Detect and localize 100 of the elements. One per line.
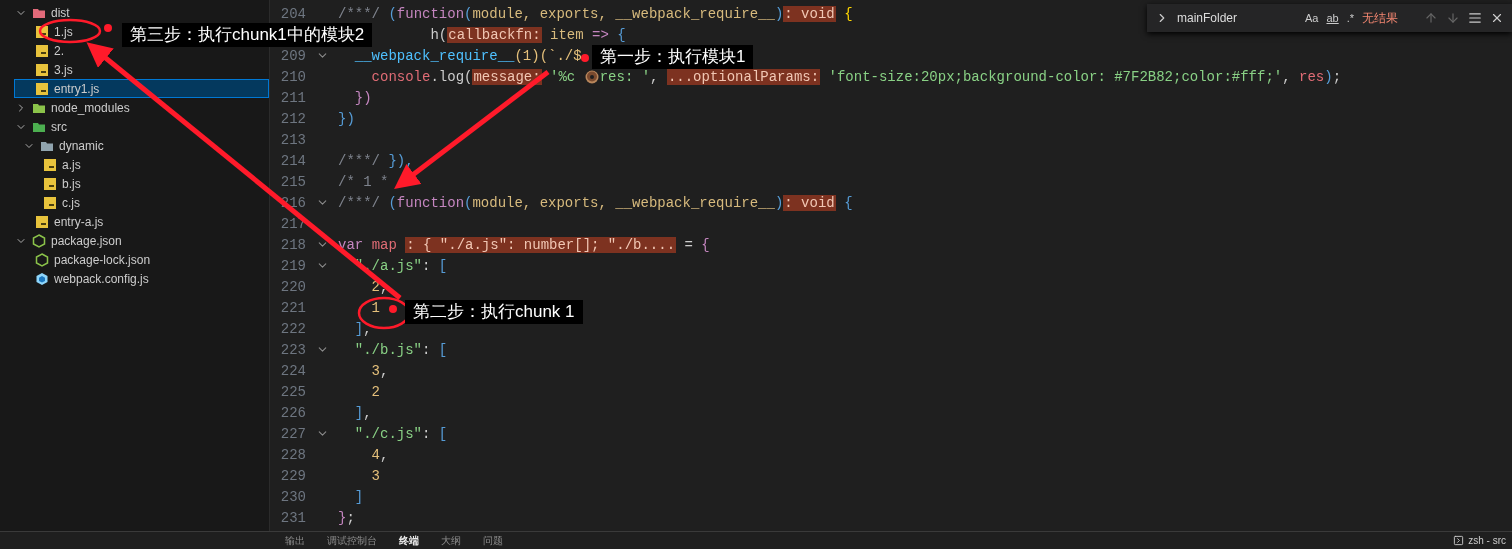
panel-tab[interactable]: 调试控制台 [327,533,377,548]
js-file-icon [35,214,49,229]
file-tree-item[interactable]: 3.js [14,60,78,79]
code-token: "./c.js" [354,425,423,442]
cube-icon [35,271,49,286]
terminal-name[interactable]: zsh - src [1468,535,1506,546]
panel-tab[interactable]: 大纲 [441,533,461,548]
code-token: , [363,404,372,421]
line-number: 215 [279,173,306,190]
code-token: , [363,320,372,337]
code-token: map [371,236,398,253]
code-token: [ [438,341,448,358]
inlay-hint: : void [783,5,836,22]
code-token: ] [354,488,364,505]
highlight-circle [38,18,102,44]
line-number: 212 [279,110,306,127]
code-token: { [701,236,710,253]
code-token: } [338,509,347,526]
code-token: res [1299,68,1325,85]
code-token: 3 [371,467,380,484]
arrow-down-icon[interactable] [1446,11,1460,25]
code-token: module, exports, __webpack_require__ [472,5,775,22]
panel-tab[interactable]: 终端 [399,533,419,548]
menu-icon[interactable] [1468,11,1482,25]
code-token: ( [464,5,473,22]
code-token: .log( [430,68,473,85]
code-token: ; [1332,68,1342,85]
panel-tab[interactable]: 问题 [483,533,503,548]
file-tree-item[interactable]: 2. [14,41,69,60]
file-tree-item[interactable]: package.json [14,231,127,250]
code-token: res: ' [599,68,651,85]
line-number: 204 [279,5,306,22]
code-token: ) [774,5,784,22]
code-token: ( [464,194,473,211]
code-token: /* 1 * [338,173,389,190]
code-token: 2 [371,383,380,400]
code-token: [ [438,257,448,274]
code-token: /***/ [338,5,381,22]
code-token: ) [1324,68,1333,85]
code-token: , [1282,68,1292,85]
marker-dot [104,24,112,32]
code-token: }) [354,89,372,106]
code-token: : [422,341,432,358]
code-token: ; [346,509,355,526]
file-tree-item[interactable]: dynamic [14,136,109,155]
code-token: function [396,194,465,211]
file-tree-item[interactable]: package-lock.json [14,250,156,269]
inlay-hint: : void [783,194,836,211]
code-token: [ [438,425,448,442]
inlay-hint: callbackfn: [447,26,542,43]
close-icon[interactable] [1490,11,1504,25]
file-tree-item[interactable]: webpack.config.js [14,269,154,288]
code-token: ) [774,194,784,211]
inlay-hint: ...optionalParams: [666,68,821,85]
line-number: 230 [279,488,306,505]
code-token: }), [388,152,414,169]
file-tree-item[interactable]: b.js [14,174,86,193]
code-token: = [684,236,694,253]
file-tree-item[interactable]: node_modules [14,98,135,117]
marker-dot [581,54,589,62]
inlay-hint: : { "./a.js": number[]; "./b.... [405,236,677,253]
file-tree-item[interactable]: c.js [14,193,85,212]
marker-dot [389,305,397,313]
js-file-icon [35,43,49,58]
file-tree-item[interactable]: entry-a.js [14,212,109,231]
find-option-toggle[interactable]: ab [1326,12,1339,24]
line-number: 218 [279,236,306,253]
line-number: 221 [279,299,306,316]
annotation-label: 第一步：执行模块1 [592,45,754,69]
find-option-toggle[interactable]: Aa [1305,12,1319,24]
code-token: '%c [550,68,577,85]
file-tree-item[interactable]: entry1.js [14,79,269,98]
line-number: 214 [279,152,306,169]
code-token: ( [388,194,397,211]
code-token: }) [338,110,355,127]
line-number: 222 [279,320,306,337]
code-token: , [380,362,389,379]
arrow-up-icon[interactable] [1424,11,1438,25]
line-number: 220 [279,278,306,295]
code-token: function [396,5,465,22]
panel-tab[interactable]: 输出 [285,533,305,548]
js-file-icon [43,157,57,172]
code-token: ( [388,5,397,22]
line-number: 225 [279,383,306,400]
annotation-label: 第三步：执行chunk1中的模块2 [122,23,373,47]
code-token: ] [354,320,364,337]
find-option-toggle[interactable]: .* [1346,12,1355,24]
code-token: 4 [371,446,380,463]
hexagon-icon [35,252,49,267]
line-number: 210 [279,68,306,85]
code-token: module, exports, __webpack_require__ [472,194,775,211]
file-tree-item[interactable]: src [14,117,72,136]
line-number: 219 [279,257,306,274]
file-tree-item[interactable]: dist [14,3,75,22]
file-tree-item[interactable]: a.js [14,155,86,174]
line-number: 228 [279,446,306,463]
find-input[interactable]: mainFolder [1177,11,1297,25]
code-token: { [844,5,853,22]
file-tree-item[interactable]: 1.js [14,22,78,41]
code-token: => [592,26,609,43]
